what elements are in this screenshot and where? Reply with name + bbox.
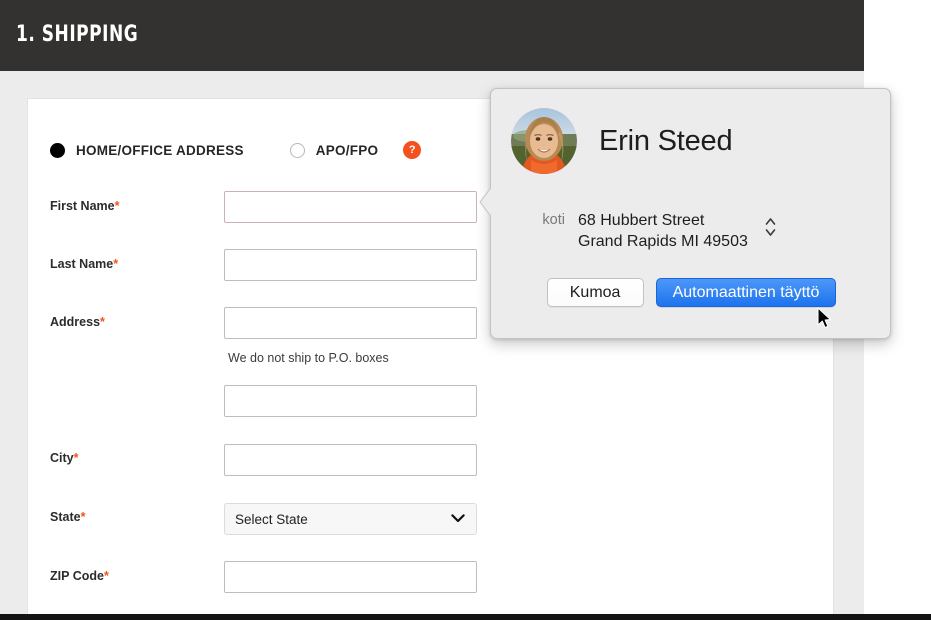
popover-address-row: koti 68 Hubbert Street Grand Rapids MI 4… <box>513 210 777 252</box>
label-first-name-text: First Name <box>50 199 115 213</box>
autofill-popover: Erin Steed koti 68 Hubbert Street Grand … <box>479 88 892 339</box>
help-question-icon[interactable]: ? <box>403 141 422 159</box>
input-zip-code[interactable] <box>224 561 477 593</box>
label-city-text: City <box>50 451 74 465</box>
popover-button-row: Kumoa Automaattinen täyttö <box>491 278 892 307</box>
select-state[interactable]: Select State <box>224 503 477 535</box>
user-photo-avatar <box>511 108 577 174</box>
input-city[interactable] <box>224 444 477 476</box>
label-last-name: Last Name* <box>50 257 118 271</box>
label-zip-code-text: ZIP Code <box>50 569 104 583</box>
page-title: 1. SHIPPING <box>16 22 139 47</box>
label-last-name-text: Last Name <box>50 257 114 271</box>
address-line-2: Grand Rapids MI 49503 <box>578 233 748 250</box>
label-address: Address* <box>50 315 105 329</box>
address-type-label: koti <box>542 212 565 228</box>
address-line-1: 68 Hubbert Street <box>578 212 705 229</box>
radio-apo-fpo[interactable]: APO/FPO <box>289 142 379 158</box>
required-marker: * <box>80 510 86 524</box>
radio-label-home-office: HOME/OFFICE ADDRESS <box>76 142 244 158</box>
screenshot-root: 1. SHIPPING HOME/OFFICE ADDRESS APO/FPO … <box>0 0 931 620</box>
required-marker: * <box>73 451 79 465</box>
up-down-stepper-icon[interactable] <box>764 216 777 238</box>
address-lines: 68 Hubbert Street Grand Rapids MI 49503 <box>578 210 748 252</box>
radio-home-office-address[interactable]: HOME/OFFICE ADDRESS <box>50 142 244 158</box>
required-marker: * <box>100 315 105 329</box>
select-state-wrapper[interactable]: Select State <box>224 503 477 535</box>
address-helper-text: We do not ship to P.O. boxes <box>228 351 389 365</box>
address-type-radio-group: HOME/OFFICE ADDRESS APO/FPO ? <box>50 139 422 161</box>
radio-selected-icon <box>50 142 65 158</box>
input-address-line2[interactable] <box>224 385 477 417</box>
input-first-name[interactable] <box>224 191 477 223</box>
popover-contact-header: Erin Steed <box>511 108 733 174</box>
label-state-text: State <box>50 510 81 524</box>
radio-unselected-icon <box>289 142 305 158</box>
required-marker: * <box>113 257 119 271</box>
cancel-button[interactable]: Kumoa <box>546 278 644 307</box>
label-city: City* <box>50 451 79 465</box>
popover-pointer-tail <box>479 183 494 221</box>
bottom-edge-strip <box>0 614 931 620</box>
required-marker: * <box>114 199 120 213</box>
radio-label-apo-fpo: APO/FPO <box>315 142 379 158</box>
input-address-line1[interactable] <box>224 307 477 339</box>
input-last-name[interactable] <box>224 249 477 281</box>
contact-name: Erin Steed <box>599 124 733 157</box>
label-state: State* <box>50 510 85 524</box>
label-address-text: Address <box>50 315 101 329</box>
label-first-name: First Name* <box>50 199 119 213</box>
label-zip-code: ZIP Code* <box>50 569 109 583</box>
required-marker: * <box>103 569 109 583</box>
autofill-button[interactable]: Automaattinen täyttö <box>655 278 837 307</box>
shipping-section-header: 1. SHIPPING <box>0 0 864 71</box>
